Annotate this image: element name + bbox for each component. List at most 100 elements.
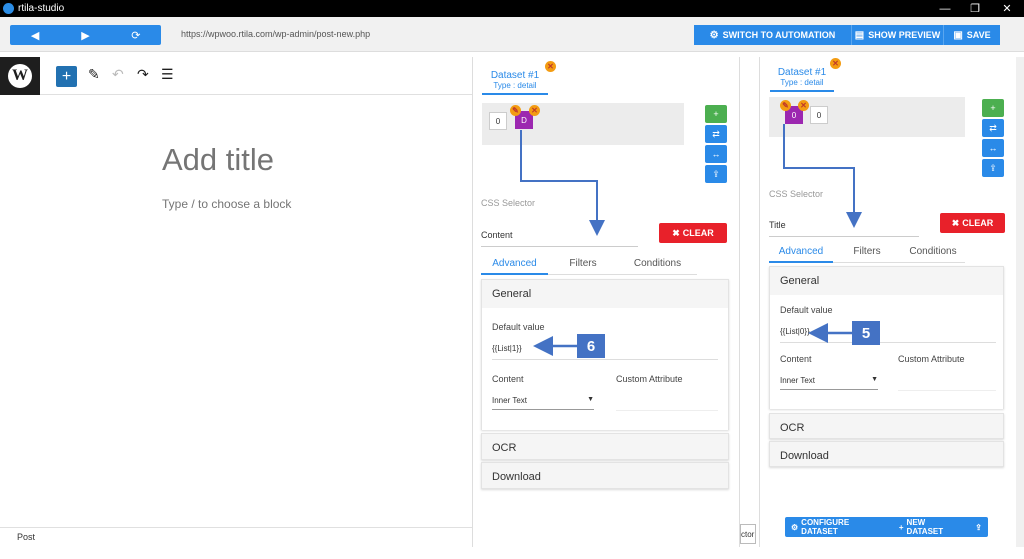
clear-button[interactable]: ✖ CLEAR — [659, 223, 727, 243]
dataset-tab[interactable]: Dataset #1 Type : detail — [482, 70, 548, 95]
close-icon: ✖ — [672, 227, 680, 238]
default-value-input[interactable]: {{List|1}} — [492, 344, 718, 360]
selector-value-field[interactable]: Title — [769, 220, 919, 237]
editor-footer: Post — [0, 527, 472, 545]
custom-attribute-input[interactable] — [898, 384, 996, 391]
general-section: General Default value {{List|0}} Content… — [769, 266, 1004, 409]
breadcrumb-post[interactable]: Post — [17, 532, 35, 542]
dataset-panel-left: Dataset #1 Type : detail ✕ 0 D ✎ ✕ + ⇄ ↔… — [472, 57, 740, 547]
panel-scrollbar[interactable] — [1016, 57, 1024, 547]
general-body: Default value {{List|0}} Content Custom … — [770, 295, 1003, 409]
list-icon: ▤ — [854, 29, 865, 41]
save-button[interactable]: ▣ SAVE — [943, 25, 1000, 45]
tab-conditions[interactable]: Conditions — [618, 258, 697, 275]
document-outline-icon[interactable]: ☰ — [161, 66, 174, 83]
pen-icon[interactable]: ✎ — [88, 66, 100, 83]
add-icon[interactable]: + — [705, 105, 727, 123]
general-header[interactable]: General — [482, 280, 728, 308]
custom-attribute-label: Custom Attribute — [616, 374, 683, 384]
content-label: Content — [492, 374, 524, 384]
close-window-button[interactable]: ✕ — [992, 0, 1022, 17]
default-value-label: Default value — [492, 322, 545, 332]
upload-icon: ⇪ — [975, 522, 982, 532]
add-block-button[interactable]: + — [56, 66, 77, 87]
clear-button[interactable]: ✖ CLEAR — [940, 213, 1005, 233]
ocr-section[interactable]: OCR — [481, 433, 729, 460]
callout-badge: 5 — [852, 321, 880, 345]
content-select[interactable]: Inner Text ▼ — [492, 396, 594, 410]
export-button[interactable]: ⇪ — [969, 517, 988, 537]
ocr-section[interactable]: OCR — [769, 413, 1004, 439]
chevron-down-icon: ▼ — [871, 376, 878, 383]
ocr-header: OCR — [780, 422, 805, 434]
chevron-down-icon: ▼ — [587, 396, 594, 403]
block-placeholder[interactable]: Type / to choose a block — [162, 197, 291, 211]
redo-icon[interactable]: ↷ — [137, 66, 149, 83]
nav-button-group: ◀ ▶ ⟳ — [10, 25, 161, 45]
swap-icon[interactable]: ⇄ — [705, 125, 727, 143]
address-url[interactable]: https://wpwoo.rtila.com/wp-admin/post-ne… — [181, 29, 370, 39]
tab-advanced[interactable]: Advanced — [481, 258, 548, 275]
gear-icon: ⚙ — [791, 522, 799, 532]
editor-toolbar: + ✎ ↶ ↷ ☰ — [40, 57, 472, 95]
add-icon[interactable]: + — [982, 99, 1004, 117]
selection-chip[interactable]: 0 — [489, 112, 507, 130]
gear-icon: ⚙ — [709, 29, 719, 41]
forward-arrow-icon[interactable]: ▶ — [60, 25, 110, 45]
content-select[interactable]: Inner Text ▼ — [780, 376, 878, 390]
plus-icon: + — [898, 522, 904, 532]
download-header: Download — [492, 471, 541, 483]
minimize-button[interactable]: — — [930, 0, 960, 17]
dataset-panel-right: Dataset #1 Type : detail ✕ 0 0 ✎ ✕ + ⇄ ↔… — [759, 57, 1024, 547]
tab-filters[interactable]: Filters — [548, 258, 618, 275]
download-header: Download — [780, 450, 829, 462]
refresh-icon[interactable]: ⟳ — [111, 25, 161, 45]
selection-chip[interactable]: 0 — [810, 106, 828, 124]
remove-chip-icon[interactable]: ✕ — [798, 100, 809, 111]
dataset-tab[interactable]: Dataset #1 Type : detail — [770, 67, 834, 92]
download-section[interactable]: Download — [769, 441, 1004, 467]
window-titlebar: rtila-studio — [0, 0, 1024, 17]
custom-attribute-input[interactable] — [616, 404, 718, 411]
new-dataset-button[interactable]: + NEW DATASET — [893, 517, 969, 537]
content-label: Content — [780, 354, 812, 364]
custom-attribute-label: Custom Attribute — [898, 354, 965, 364]
upload-icon[interactable]: ⇪ — [705, 165, 727, 183]
swap-icon[interactable]: ⇄ — [982, 119, 1004, 137]
undo-icon[interactable]: ↶ — [112, 66, 124, 83]
wordpress-logo[interactable]: W — [0, 57, 40, 95]
back-arrow-icon[interactable]: ◀ — [10, 25, 60, 45]
expand-icon[interactable]: ↔ — [982, 139, 1004, 157]
general-section: General Default value {{List|1}} Content… — [481, 279, 729, 430]
default-value-input[interactable]: {{List|0}} — [780, 327, 996, 343]
ocr-header: OCR — [492, 442, 517, 454]
close-dataset-icon[interactable]: ✕ — [830, 58, 841, 69]
css-selector-field[interactable]: CSS Selector — [481, 198, 535, 208]
tab-filters[interactable]: Filters — [833, 246, 901, 263]
wordpress-icon: W — [8, 64, 32, 88]
dataset-actions-bar: ⚙ CONFIGURE DATASET + NEW DATASET ⇪ — [785, 517, 988, 537]
close-dataset-icon[interactable]: ✕ — [545, 61, 556, 72]
general-body: Default value {{List|1}} Content Custom … — [482, 308, 728, 430]
show-preview-button[interactable]: ▤ SHOW PREVIEW — [851, 25, 943, 45]
browser-toolbar: ◀ ▶ ⟳ https://wpwoo.rtila.com/wp-admin/p… — [0, 17, 1024, 52]
tab-conditions[interactable]: Conditions — [901, 246, 965, 263]
post-title-input[interactable]: Add title — [162, 142, 274, 178]
download-section[interactable]: Download — [481, 462, 729, 489]
edit-chip-icon[interactable]: ✎ — [510, 105, 521, 116]
maximize-button[interactable]: ❐ — [960, 0, 990, 17]
selector-value-field[interactable]: Content — [481, 230, 638, 247]
switch-to-automation-button[interactable]: ⚙ SWITCH TO AUTOMATION — [694, 25, 851, 45]
selection-area: 0 0 ✎ ✕ — [769, 97, 965, 137]
css-selector-field[interactable]: CSS Selector — [769, 189, 823, 199]
configure-dataset-button[interactable]: ⚙ CONFIGURE DATASET — [785, 517, 893, 537]
upload-icon[interactable]: ⇪ — [982, 159, 1004, 177]
general-header[interactable]: General — [770, 267, 1003, 295]
window-title: rtila-studio — [18, 3, 65, 14]
expand-icon[interactable]: ↔ — [705, 145, 727, 163]
app-logo-icon — [3, 3, 14, 14]
edit-chip-icon[interactable]: ✎ — [780, 100, 791, 111]
floppy-disk-icon: ▣ — [953, 29, 963, 41]
tab-advanced[interactable]: Advanced — [769, 246, 833, 263]
remove-chip-icon[interactable]: ✕ — [529, 105, 540, 116]
